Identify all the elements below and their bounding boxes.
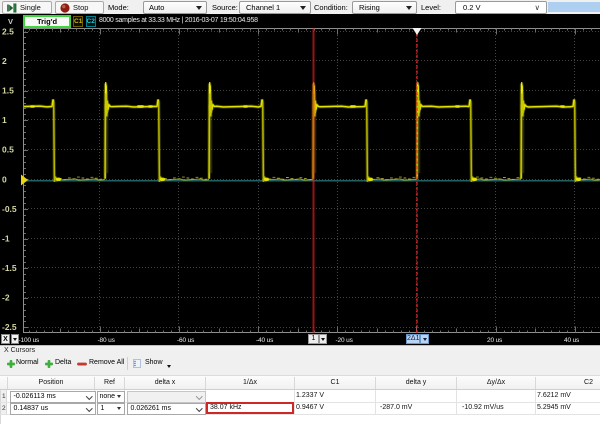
- svg-text:-0.5: -0.5: [2, 204, 17, 214]
- svg-text:2: 2: [2, 56, 7, 66]
- svg-text:-2: -2: [2, 293, 10, 303]
- svg-text:-1: -1: [2, 234, 10, 244]
- svg-text:-1.5: -1.5: [2, 263, 17, 273]
- svg-text:-2.5: -2.5: [2, 322, 17, 332]
- svg-text:1: 1: [2, 115, 7, 125]
- svg-text:0: 0: [2, 175, 7, 185]
- svg-text:1.5: 1.5: [2, 86, 14, 96]
- svg-text:2.5: 2.5: [2, 27, 14, 37]
- svg-text:0.5: 0.5: [2, 145, 14, 155]
